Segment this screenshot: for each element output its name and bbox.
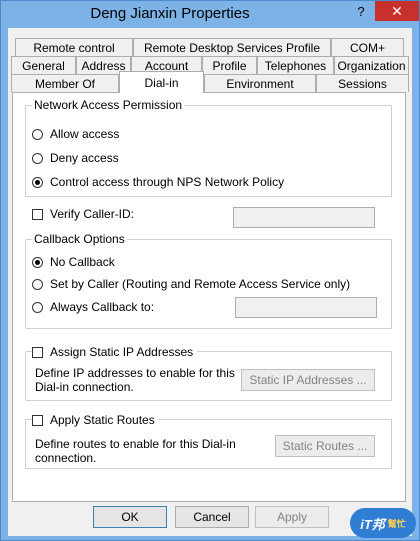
nps-policy-radio[interactable]: Control access through NPS Network Polic…	[32, 175, 284, 189]
tab-organization[interactable]: Organization	[334, 56, 409, 74]
nps-policy-label: Control access through NPS Network Polic…	[50, 175, 285, 189]
tab-environment[interactable]: Environment	[204, 74, 316, 92]
tab-dial-in[interactable]: Dial-in	[119, 71, 204, 93]
watermark-sub-text: 幫忙	[387, 518, 406, 529]
deny-access-label: Deny access	[50, 151, 119, 165]
allow-access-label: Allow access	[50, 127, 120, 141]
deny-access-radio[interactable]: Deny access	[32, 151, 119, 165]
dial-in-panel: Network Access Permission Allow access D…	[12, 92, 406, 502]
set-by-caller-label: Set by Caller (Routing and Remote Access…	[50, 277, 351, 291]
allow-access-radio[interactable]: Allow access	[32, 127, 119, 141]
ok-button[interactable]: OK	[93, 506, 167, 528]
radio-selected-icon[interactable]	[32, 256, 43, 268]
tab-telephones[interactable]: Telephones	[257, 56, 334, 74]
callback-options-label: Callback Options	[32, 232, 127, 246]
static-routes-description: Define routes to enable for this Dial-in…	[35, 437, 236, 465]
properties-window: Deng Jianxin Properties ? ✕ Remote contr…	[0, 0, 420, 541]
tab-com-plus[interactable]: COM+	[331, 38, 404, 56]
assign-static-ip-checkbox[interactable]: Assign Static IP Addresses	[32, 345, 198, 359]
close-button[interactable]: ✕	[375, 1, 419, 21]
static-ip-description: Define IP addresses to enable for this D…	[35, 366, 235, 394]
callback-number-field[interactable]	[235, 297, 377, 318]
assign-static-ip-label: Assign Static IP Addresses	[50, 345, 194, 359]
cancel-button[interactable]: Cancel	[175, 506, 249, 528]
help-button[interactable]: ?	[346, 1, 376, 21]
checkbox-icon[interactable]	[32, 208, 43, 220]
verify-caller-id-checkbox[interactable]: Verify Caller-ID:	[32, 207, 134, 221]
static-routes-description-line1: Define routes to enable for this Dial-in	[35, 437, 236, 451]
apply-static-routes-checkbox[interactable]: Apply Static Routes	[32, 413, 159, 427]
window-title: Deng Jianxin Properties	[90, 5, 250, 22]
static-routes-button[interactable]: Static Routes ...	[275, 435, 375, 457]
always-callback-radio[interactable]: Always Callback to:	[32, 300, 154, 314]
apply-button[interactable]: Apply	[255, 506, 329, 528]
network-access-permission-label: Network Access Permission	[32, 98, 185, 112]
radio-circle-icon[interactable]	[32, 128, 43, 140]
tab-sessions[interactable]: Sessions	[316, 74, 409, 92]
tab-remote-control[interactable]: Remote control	[15, 38, 133, 56]
radio-selected-icon[interactable]	[32, 176, 43, 188]
set-by-caller-radio[interactable]: Set by Caller (Routing and Remote Access…	[32, 277, 350, 291]
title-bar[interactable]: Deng Jianxin Properties ? ✕	[1, 1, 419, 28]
no-callback-radio[interactable]: No Callback	[32, 255, 115, 269]
tab-general[interactable]: General	[11, 56, 76, 74]
radio-circle-icon[interactable]	[32, 152, 43, 164]
checkbox-icon[interactable]	[32, 414, 43, 426]
watermark-main-text: iT邦	[360, 516, 385, 532]
static-ip-description-line2: Dial-in connection.	[35, 380, 134, 394]
apply-static-routes-label: Apply Static Routes	[50, 413, 155, 427]
checkbox-icon[interactable]	[32, 346, 43, 358]
tab-remote-desktop-services-profile[interactable]: Remote Desktop Services Profile	[133, 38, 331, 56]
radio-circle-icon[interactable]	[32, 278, 43, 290]
tab-profile[interactable]: Profile	[202, 56, 257, 74]
itbang-watermark-logo: iT邦 幫忙	[350, 508, 416, 538]
no-callback-label: No Callback	[50, 255, 115, 269]
verify-caller-id-label: Verify Caller-ID:	[50, 207, 135, 221]
caller-id-field[interactable]	[233, 207, 375, 228]
static-routes-description-line2: connection.	[35, 451, 97, 465]
radio-circle-icon[interactable]	[32, 301, 43, 313]
tab-member-of[interactable]: Member Of	[11, 74, 119, 92]
dialog-client-area: Remote control Remote Desktop Services P…	[8, 28, 412, 536]
static-ip-description-line1: Define IP addresses to enable for this	[35, 366, 235, 380]
always-callback-label: Always Callback to:	[50, 300, 155, 314]
static-ip-addresses-button[interactable]: Static IP Addresses ...	[241, 369, 375, 391]
